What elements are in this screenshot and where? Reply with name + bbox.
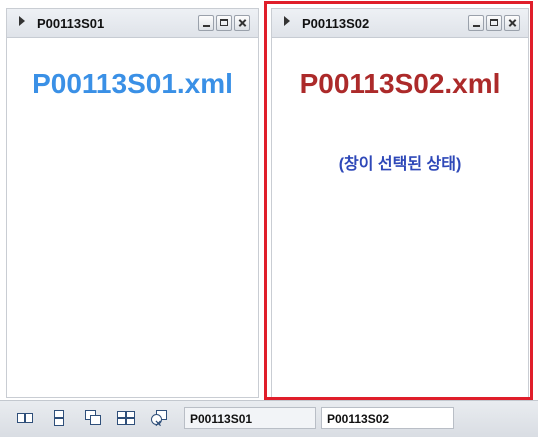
close-all-icon[interactable]: × (150, 409, 168, 430)
tile-grid-icon[interactable] (117, 409, 135, 427)
close-button[interactable] (504, 15, 520, 31)
maximize-button[interactable] (216, 15, 232, 31)
window-content: P00113S01.xml (7, 38, 258, 397)
file-name-label: P00113S01.xml (32, 68, 233, 99)
expand-arrow-icon[interactable] (284, 16, 290, 26)
window-content: P00113S02.xml (창이 선택된 상태) (272, 38, 528, 397)
cascade-icon[interactable] (84, 409, 102, 427)
tile-horizontal-icon[interactable] (50, 409, 68, 427)
mdi-workspace: P00113S01 P00113S01.xml P00113S02 P00113… (0, 0, 538, 400)
window-title: P00113S01 (37, 16, 105, 31)
window-taskbar: × P00113S01 P00113S02 (0, 400, 538, 437)
tile-vertical-icon[interactable] (16, 409, 34, 427)
minimize-button[interactable] (198, 15, 214, 31)
window-p00113s01[interactable]: P00113S01 P00113S01.xml (6, 8, 259, 398)
expand-arrow-icon[interactable] (19, 16, 25, 26)
taskbar-tab-p00113s02[interactable]: P00113S02 (321, 407, 454, 429)
taskbar-tab-p00113s01[interactable]: P00113S01 (184, 407, 316, 429)
selected-state-note: (창이 선택된 상태) (338, 156, 462, 173)
window-titlebar[interactable]: P00113S01 (7, 9, 258, 38)
window-title: P00113S02 (302, 16, 370, 31)
close-button[interactable] (234, 15, 250, 31)
window-titlebar[interactable]: P00113S02 (272, 9, 528, 38)
minimize-button[interactable] (468, 15, 484, 31)
file-name-label: P00113S02.xml (299, 68, 501, 99)
window-p00113s02[interactable]: P00113S02 P00113S02.xml (창이 선택된 상태) (271, 8, 529, 398)
maximize-button[interactable] (486, 15, 502, 31)
